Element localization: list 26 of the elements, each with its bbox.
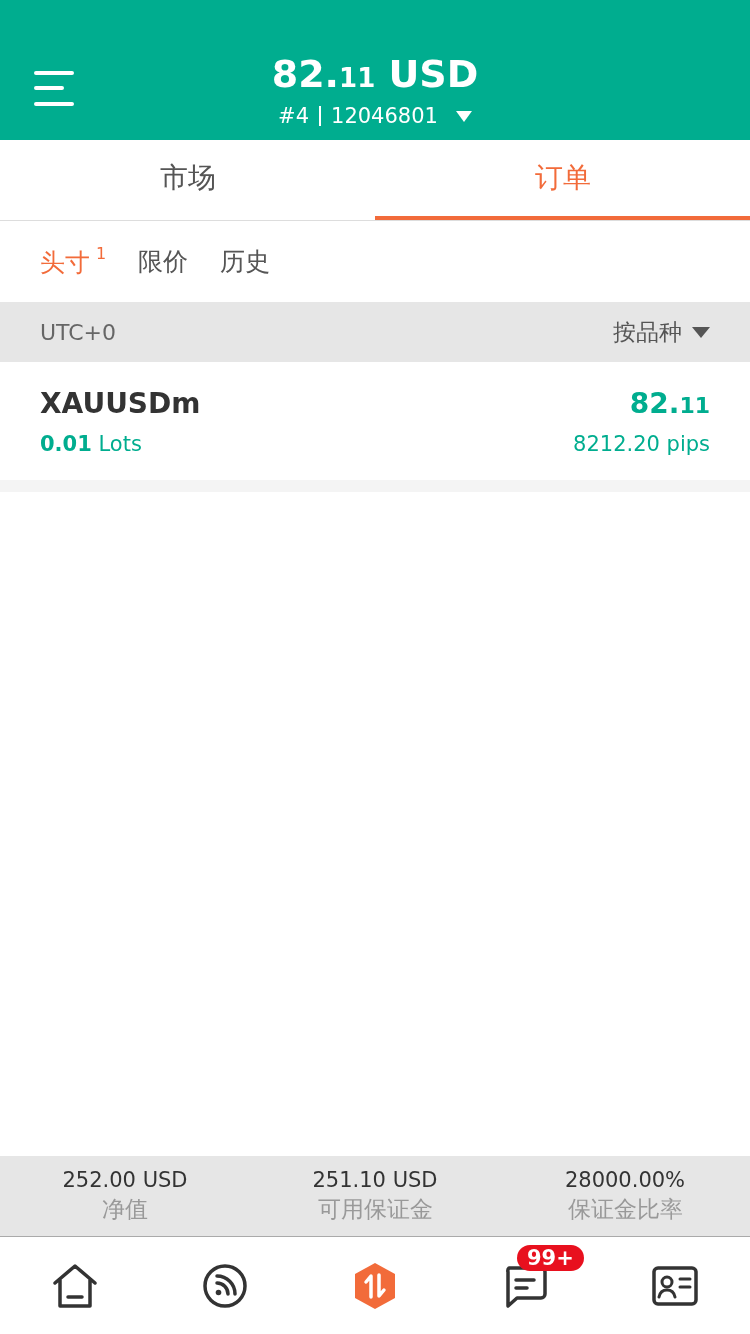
subtab[interactable]: 历史 <box>220 245 283 278</box>
subtab[interactable]: 限价 <box>138 245 201 278</box>
profit-value: 82.11 <box>629 386 710 420</box>
group-by-dropdown[interactable]: 按品种 <box>613 316 710 348</box>
dropdown-icon[interactable] <box>455 110 472 122</box>
summary-value: 252.00 USD <box>62 1167 188 1192</box>
volume-label: 0.01 Lots <box>40 431 143 456</box>
home-icon[interactable] <box>52 1262 98 1309</box>
menu-icon[interactable] <box>33 70 75 108</box>
summary-label: 保证金比率 <box>567 1194 683 1224</box>
summary-label: 可用保证金 <box>317 1194 433 1224</box>
balance-text: 82.11 USD <box>271 52 479 96</box>
account-number: #4 <box>278 104 310 128</box>
summary-label: 净值 <box>102 1194 148 1224</box>
chat-icon[interactable] <box>503 1263 547 1308</box>
timezone-label: UTC+0 <box>40 319 117 345</box>
trade-icon[interactable] <box>353 1261 397 1310</box>
feed-icon[interactable] <box>202 1262 248 1309</box>
symbol-label: XAUUSDm <box>40 386 201 420</box>
profile-card-icon[interactable] <box>652 1265 698 1306</box>
summary-value: 28000.00% <box>564 1167 686 1192</box>
position-row[interactable]: XAUUSDm 0.01 Lots 82.11 8212.20 pips <box>0 362 750 492</box>
dropdown-icon[interactable] <box>692 326 710 338</box>
notification-badge: 99+ <box>517 1244 584 1271</box>
pips-value: 8212.20 pips <box>573 431 710 456</box>
summary-value: 251.10 USD <box>312 1167 438 1192</box>
